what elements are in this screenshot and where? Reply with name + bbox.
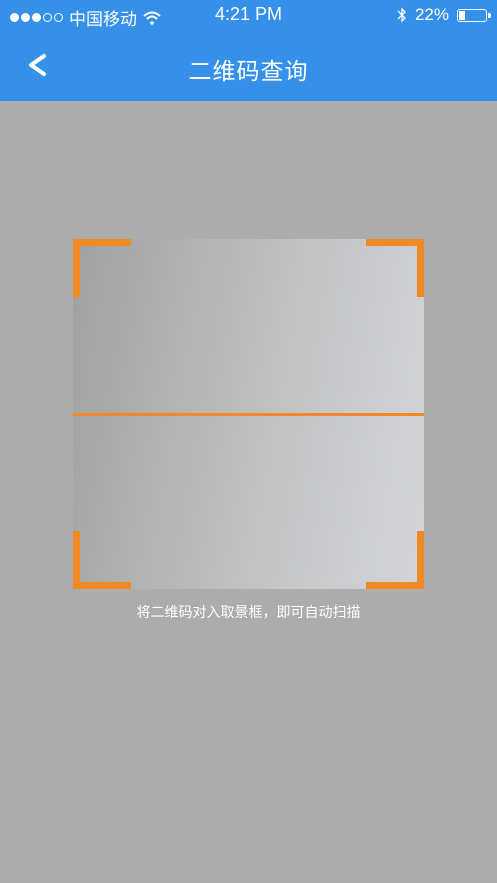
navigation-bar: 二维码查询 [0, 30, 497, 101]
page-title: 二维码查询 [188, 58, 309, 84]
scan-viewfinder [73, 239, 424, 589]
battery-icon [457, 8, 491, 22]
viewfinder-corner-top-left [73, 239, 131, 297]
viewfinder-corner-bottom-left [73, 531, 131, 589]
scan-line [73, 413, 424, 416]
scan-hint: 将二维码对入取景框，即可自动扫描 [136, 604, 361, 620]
viewfinder-corner-top-right [366, 239, 424, 297]
bluetooth-icon [397, 7, 406, 23]
viewfinder-corner-bottom-right [366, 531, 424, 589]
status-bar: 中国移动 4:21 PM 22% [0, 0, 497, 30]
battery-percent: 22% [414, 5, 449, 24]
top-bar: 中国移动 4:21 PM 22% 二维码查询 [0, 0, 497, 101]
